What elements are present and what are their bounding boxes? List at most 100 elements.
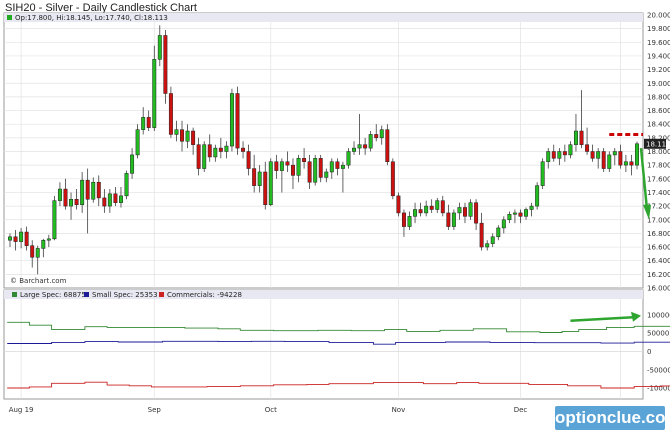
candle-body bbox=[324, 171, 329, 178]
candle-body bbox=[546, 151, 551, 162]
candle-body bbox=[573, 130, 578, 145]
cot-legend-label: Large Spec: 68875 bbox=[20, 291, 86, 299]
cot-legend-swatch bbox=[84, 292, 89, 297]
candle-body bbox=[185, 130, 190, 142]
current-price-label: 18.113 bbox=[646, 140, 670, 148]
candle-body bbox=[401, 212, 406, 227]
candle-body bbox=[424, 205, 429, 214]
chart-canvas: 16.00016.20016.40016.60016.80017.00017.2… bbox=[3, 12, 670, 414]
candle-body bbox=[91, 181, 96, 200]
candle-body bbox=[296, 158, 301, 176]
candle-body bbox=[490, 236, 495, 244]
candle-body bbox=[607, 154, 612, 169]
candle-body bbox=[157, 35, 162, 60]
candle-body bbox=[291, 164, 295, 176]
candle-body bbox=[202, 144, 207, 169]
candle-body bbox=[57, 188, 62, 201]
candle-body bbox=[429, 205, 434, 210]
candle-body bbox=[557, 151, 562, 159]
candle-body bbox=[374, 134, 379, 139]
candle-body bbox=[618, 151, 623, 166]
price-tick-label: 16.200 bbox=[647, 271, 670, 279]
candle-body bbox=[52, 200, 57, 240]
candle-body bbox=[612, 151, 617, 156]
cot-legend-swatch bbox=[12, 292, 17, 297]
candle-body bbox=[235, 93, 240, 149]
price-tick-label: 19.200 bbox=[647, 66, 670, 74]
price-tick-label: 16.600 bbox=[647, 244, 670, 252]
candle-body bbox=[329, 161, 334, 173]
candle-body bbox=[302, 158, 307, 162]
candle-body bbox=[224, 145, 229, 152]
candle-body bbox=[496, 227, 501, 238]
candle-body bbox=[80, 179, 85, 205]
candle-body bbox=[191, 130, 196, 145]
candle-body bbox=[130, 154, 135, 174]
cot-tick-label: -50000 bbox=[647, 366, 670, 374]
price-tick-label: 19.600 bbox=[647, 39, 670, 47]
candle-body bbox=[124, 173, 129, 197]
candle-body bbox=[24, 231, 29, 246]
candle-body bbox=[113, 193, 118, 203]
candle-body bbox=[268, 161, 273, 205]
x-tick-label: Sep bbox=[148, 406, 162, 414]
candle-body bbox=[385, 129, 390, 162]
candle-body bbox=[19, 231, 24, 242]
candle-body bbox=[218, 147, 223, 152]
candle-body bbox=[396, 195, 401, 214]
candle-body bbox=[318, 158, 323, 178]
candle-body bbox=[562, 151, 567, 156]
candle-body bbox=[85, 179, 90, 200]
candle-body bbox=[457, 207, 462, 214]
candle-body bbox=[340, 164, 345, 169]
candle-body bbox=[74, 199, 79, 205]
price-tick-label: 16.400 bbox=[647, 257, 670, 265]
candle-body bbox=[107, 193, 112, 207]
candle-body bbox=[241, 147, 246, 152]
candle-body bbox=[518, 212, 523, 217]
x-tick-label: Aug 19 bbox=[9, 406, 34, 414]
candle-body bbox=[13, 236, 18, 242]
candle-body bbox=[474, 202, 479, 224]
price-tick-label: 18.800 bbox=[647, 93, 670, 101]
candle-body bbox=[252, 168, 257, 186]
price-tick-label: 18.400 bbox=[647, 121, 670, 129]
candle-body bbox=[501, 219, 506, 229]
candle-body bbox=[196, 144, 201, 169]
cot-tick-label: 100000 bbox=[647, 311, 670, 319]
price-tick-label: 19.000 bbox=[647, 80, 670, 88]
candle-body bbox=[30, 245, 35, 258]
candle-body bbox=[257, 171, 262, 186]
price-tick-label: 19.800 bbox=[647, 25, 670, 33]
candle-body bbox=[585, 144, 590, 152]
candle-body bbox=[413, 209, 418, 217]
candle-body bbox=[102, 197, 107, 207]
price-tick-label: 16.800 bbox=[647, 230, 670, 238]
candle-body bbox=[35, 248, 40, 258]
candle-body bbox=[435, 200, 440, 210]
x-tick-label: Oct bbox=[265, 406, 277, 414]
ohlc-legend-swatch bbox=[7, 15, 12, 20]
price-tick-label: 18.000 bbox=[647, 148, 670, 156]
candle-body bbox=[623, 161, 628, 166]
candle-body bbox=[307, 161, 312, 183]
candle-body bbox=[163, 35, 168, 94]
price-tick-label: 18.600 bbox=[647, 107, 670, 115]
candle-body bbox=[468, 202, 473, 217]
candle-body bbox=[540, 161, 545, 186]
candle-body bbox=[46, 238, 51, 241]
candle-body bbox=[390, 161, 395, 197]
ohlc-legend: Op:17.800, Hi:18.145, Lo:17.740, Cl:18.1… bbox=[15, 14, 168, 22]
candle-body bbox=[568, 144, 573, 156]
candle-body bbox=[590, 151, 595, 159]
candle-body bbox=[346, 151, 351, 166]
candle-body bbox=[629, 161, 634, 166]
candle-body bbox=[485, 243, 490, 248]
cot-tick-label: 0 bbox=[647, 348, 651, 356]
candle-body bbox=[213, 147, 218, 158]
candle-body bbox=[168, 93, 173, 135]
candle-body bbox=[601, 151, 606, 169]
candle-body bbox=[368, 134, 373, 149]
x-tick-label: Dec bbox=[514, 406, 528, 414]
attribution: © Barchart.com bbox=[10, 277, 67, 285]
